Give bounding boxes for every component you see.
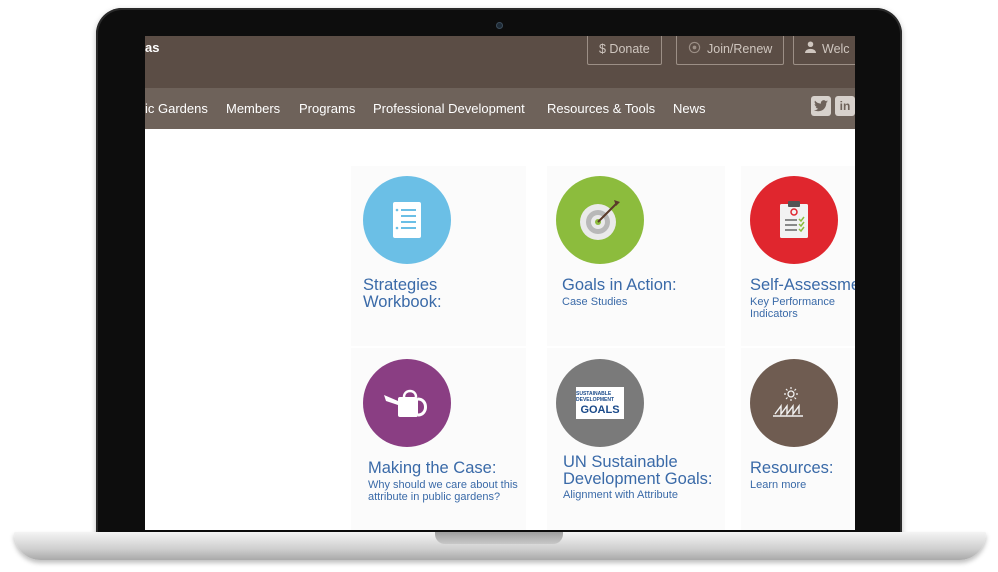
welcome-label: Welc: [822, 41, 850, 56]
card-subtitle-kpi[interactable]: Key Performance Indicators: [750, 296, 850, 320]
sdg-badge-goals-text: GOALS: [580, 403, 620, 416]
join-renew-button[interactable]: Join/Renew: [676, 36, 785, 65]
user-icon: [805, 41, 816, 56]
donate-label: $ Donate: [599, 41, 650, 56]
card-title-strategies[interactable]: Strategies: [363, 277, 437, 294]
join-renew-label: Join/Renew: [707, 41, 773, 56]
checklist-icon[interactable]: [750, 176, 838, 264]
card-subtitle-alignment[interactable]: Alignment with Attribute: [563, 489, 723, 501]
linkedin-icon[interactable]: in: [835, 96, 855, 116]
twitter-icon[interactable]: [811, 96, 831, 116]
nav-item-members[interactable]: Members: [226, 101, 280, 116]
card-subtitle-making-the-case[interactable]: Why should we care about this attribute …: [368, 479, 518, 503]
watering-can-icon[interactable]: [363, 359, 451, 447]
card-title-resources[interactable]: Resources:: [750, 460, 833, 477]
nav-item-public-gardens[interactable]: ic Gardens: [145, 101, 208, 116]
card-title-development-goals[interactable]: Development Goals:: [563, 471, 713, 488]
header-bar: as $ Donate Join/Renew Welc: [145, 36, 855, 88]
target-icon[interactable]: [556, 176, 644, 264]
card-title-goals-in-action[interactable]: Goals in Action:: [562, 277, 677, 294]
camera-icon: [496, 22, 503, 29]
card-subtitle-learn-more[interactable]: Learn more: [750, 479, 850, 491]
nav-item-programs[interactable]: Programs: [299, 101, 355, 116]
growth-icon[interactable]: [750, 359, 838, 447]
welcome-button[interactable]: Welc: [793, 36, 855, 65]
card-title-un-sustainable[interactable]: UN Sustainable: [563, 454, 678, 471]
card-title-making-the-case[interactable]: Making the Case:: [368, 460, 496, 477]
site-name[interactable]: as: [145, 40, 159, 55]
nav-item-professional-development[interactable]: Professional Development: [373, 101, 525, 116]
card-subtitle-case-studies[interactable]: Case Studies: [562, 296, 712, 308]
nav-item-resources-tools[interactable]: Resources & Tools: [547, 101, 655, 116]
donate-button[interactable]: $ Donate: [587, 36, 662, 65]
nav-item-news[interactable]: News: [673, 101, 706, 116]
leaf-icon: [688, 41, 701, 57]
document-icon[interactable]: [363, 176, 451, 264]
sdg-badge-small-text: SUSTAINABLE DEVELOPMENT: [576, 390, 615, 403]
card-title-self-assessment[interactable]: Self-Assessme: [750, 277, 855, 294]
main-nav: ic Gardens Members Programs Professional…: [145, 88, 855, 129]
laptop-notch: [435, 532, 563, 544]
card-title-workbook[interactable]: Workbook:: [363, 294, 442, 311]
screen: as $ Donate Join/Renew Welc ic Gardens M…: [145, 36, 855, 530]
sdg-logo-icon[interactable]: SUSTAINABLE DEVELOPMENT GOALS: [556, 359, 644, 447]
